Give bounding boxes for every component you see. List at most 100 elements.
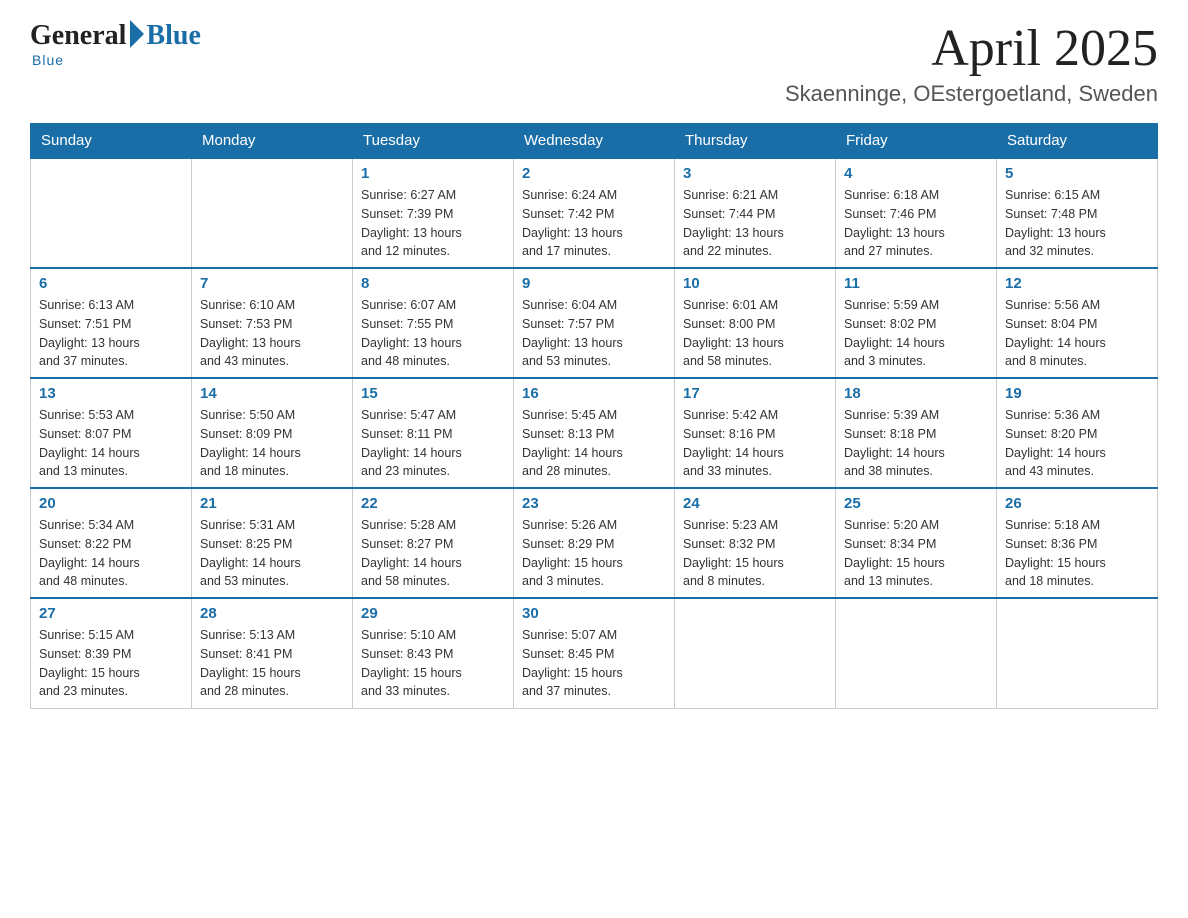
day-info: Sunrise: 6:13 AM Sunset: 7:51 PM Dayligh… [39, 296, 183, 371]
day-number: 6 [39, 275, 183, 292]
calendar-cell: 24 Sunrise: 5:23 AM Sunset: 8:32 PM Dayli… [675, 488, 836, 598]
day-number: 8 [361, 275, 505, 292]
day-number: 22 [361, 495, 505, 512]
calendar-cell: 11 Sunrise: 5:59 AM Sunset: 8:02 PM Dayli… [836, 268, 997, 378]
day-number: 15 [361, 385, 505, 402]
calendar-cell [836, 598, 997, 708]
day-info: Sunrise: 5:50 AM Sunset: 8:09 PM Dayligh… [200, 406, 344, 481]
title-block: April 2025 Skaenninge, OEstergoetland, S… [785, 20, 1158, 107]
day-number: 2 [522, 165, 666, 182]
day-info: Sunrise: 5:39 AM Sunset: 8:18 PM Dayligh… [844, 406, 988, 481]
day-number: 26 [1005, 495, 1149, 512]
day-info: Sunrise: 6:18 AM Sunset: 7:46 PM Dayligh… [844, 186, 988, 261]
calendar-cell: 6 Sunrise: 6:13 AM Sunset: 7:51 PM Daylig… [31, 268, 192, 378]
week-row-3: 13 Sunrise: 5:53 AM Sunset: 8:07 PM Dayli… [31, 378, 1158, 488]
day-number: 21 [200, 495, 344, 512]
calendar-cell: 8 Sunrise: 6:07 AM Sunset: 7:55 PM Daylig… [353, 268, 514, 378]
day-number: 7 [200, 275, 344, 292]
day-number: 23 [522, 495, 666, 512]
calendar-cell: 12Sunrise: 5:56 AM Sunset: 8:04 PM Dayli… [997, 268, 1158, 378]
day-info: Sunrise: 6:04 AM Sunset: 7:57 PM Dayligh… [522, 296, 666, 371]
day-number: 3 [683, 165, 827, 182]
day-number: 18 [844, 385, 988, 402]
day-info: Sunrise: 5:47 AM Sunset: 8:11 PM Dayligh… [361, 406, 505, 481]
day-number: 14 [200, 385, 344, 402]
day-number: 29 [361, 605, 505, 622]
calendar-cell [31, 158, 192, 268]
weekday-header-friday: Friday [836, 124, 997, 159]
logo-general-text: General [30, 20, 126, 52]
calendar-cell: 27 Sunrise: 5:15 AM Sunset: 8:39 PM Dayli… [31, 598, 192, 708]
day-number: 12 [1005, 275, 1149, 292]
weekday-header-thursday: Thursday [675, 124, 836, 159]
calendar-cell: 15 Sunrise: 5:47 AM Sunset: 8:11 PM Dayli… [353, 378, 514, 488]
logo: General Blue Blue [30, 20, 201, 68]
day-info: Sunrise: 5:15 AM Sunset: 8:39 PM Dayligh… [39, 626, 183, 701]
weekday-header-row: SundayMondayTuesdayWednesdayThursdayFrid… [31, 124, 1158, 159]
day-info: Sunrise: 5:20 AM Sunset: 8:34 PM Dayligh… [844, 516, 988, 591]
day-info: Sunrise: 6:24 AM Sunset: 7:42 PM Dayligh… [522, 186, 666, 261]
calendar-cell: 25Sunrise: 5:20 AM Sunset: 8:34 PM Dayli… [836, 488, 997, 598]
weekday-header-sunday: Sunday [31, 124, 192, 159]
day-number: 13 [39, 385, 183, 402]
calendar-cell [192, 158, 353, 268]
logo-arrow-icon [130, 20, 144, 48]
day-info: Sunrise: 6:10 AM Sunset: 7:53 PM Dayligh… [200, 296, 344, 371]
calendar-cell: 16 Sunrise: 5:45 AM Sunset: 8:13 PM Dayli… [514, 378, 675, 488]
day-number: 9 [522, 275, 666, 292]
calendar-cell: 9 Sunrise: 6:04 AM Sunset: 7:57 PM Daylig… [514, 268, 675, 378]
day-info: Sunrise: 5:10 AM Sunset: 8:43 PM Dayligh… [361, 626, 505, 701]
day-number: 1 [361, 165, 505, 182]
day-info: Sunrise: 5:36 AM Sunset: 8:20 PM Dayligh… [1005, 406, 1149, 481]
calendar-cell: 19 Sunrise: 5:36 AM Sunset: 8:20 PM Dayli… [997, 378, 1158, 488]
day-number: 24 [683, 495, 827, 512]
day-info: Sunrise: 5:34 AM Sunset: 8:22 PM Dayligh… [39, 516, 183, 591]
day-number: 19 [1005, 385, 1149, 402]
calendar-cell: 3 Sunrise: 6:21 AM Sunset: 7:44 PM Daylig… [675, 158, 836, 268]
day-number: 5 [1005, 165, 1149, 182]
calendar-cell: 5 Sunrise: 6:15 AM Sunset: 7:48 PM Daylig… [997, 158, 1158, 268]
day-number: 27 [39, 605, 183, 622]
weekday-header-saturday: Saturday [997, 124, 1158, 159]
calendar-cell: 20 Sunrise: 5:34 AM Sunset: 8:22 PM Dayli… [31, 488, 192, 598]
day-info: Sunrise: 5:13 AM Sunset: 8:41 PM Dayligh… [200, 626, 344, 701]
day-info: Sunrise: 5:42 AM Sunset: 8:16 PM Dayligh… [683, 406, 827, 481]
day-number: 4 [844, 165, 988, 182]
day-info: Sunrise: 5:59 AM Sunset: 8:02 PM Dayligh… [844, 296, 988, 371]
calendar-cell: 4 Sunrise: 6:18 AM Sunset: 7:46 PM Daylig… [836, 158, 997, 268]
day-info: Sunrise: 6:15 AM Sunset: 7:48 PM Dayligh… [1005, 186, 1149, 261]
calendar-cell: 29 Sunrise: 5:10 AM Sunset: 8:43 PM Dayli… [353, 598, 514, 708]
day-info: Sunrise: 5:45 AM Sunset: 8:13 PM Dayligh… [522, 406, 666, 481]
weekday-header-tuesday: Tuesday [353, 124, 514, 159]
week-row-2: 6 Sunrise: 6:13 AM Sunset: 7:51 PM Daylig… [31, 268, 1158, 378]
day-info: Sunrise: 5:31 AM Sunset: 8:25 PM Dayligh… [200, 516, 344, 591]
day-info: Sunrise: 5:18 AM Sunset: 8:36 PM Dayligh… [1005, 516, 1149, 591]
weekday-header-monday: Monday [192, 124, 353, 159]
calendar-cell: 14 Sunrise: 5:50 AM Sunset: 8:09 PM Dayli… [192, 378, 353, 488]
calendar-cell [675, 598, 836, 708]
calendar-cell: 17Sunrise: 5:42 AM Sunset: 8:16 PM Dayli… [675, 378, 836, 488]
calendar-cell: 28Sunrise: 5:13 AM Sunset: 8:41 PM Dayli… [192, 598, 353, 708]
calendar-cell: 2 Sunrise: 6:24 AM Sunset: 7:42 PM Daylig… [514, 158, 675, 268]
day-info: Sunrise: 5:53 AM Sunset: 8:07 PM Dayligh… [39, 406, 183, 481]
logo-subtitle: Blue [32, 52, 64, 68]
calendar-cell: 30Sunrise: 5:07 AM Sunset: 8:45 PM Dayli… [514, 598, 675, 708]
day-info: Sunrise: 5:23 AM Sunset: 8:32 PM Dayligh… [683, 516, 827, 591]
month-title: April 2025 [785, 20, 1158, 77]
calendar-cell: 23Sunrise: 5:26 AM Sunset: 8:29 PM Dayli… [514, 488, 675, 598]
day-number: 20 [39, 495, 183, 512]
calendar-cell: 21 Sunrise: 5:31 AM Sunset: 8:25 PM Dayli… [192, 488, 353, 598]
calendar-cell: 7 Sunrise: 6:10 AM Sunset: 7:53 PM Daylig… [192, 268, 353, 378]
day-number: 16 [522, 385, 666, 402]
day-number: 30 [522, 605, 666, 622]
week-row-5: 27 Sunrise: 5:15 AM Sunset: 8:39 PM Dayli… [31, 598, 1158, 708]
weekday-header-wednesday: Wednesday [514, 124, 675, 159]
calendar-cell: 13 Sunrise: 5:53 AM Sunset: 8:07 PM Dayli… [31, 378, 192, 488]
calendar-cell: 26 Sunrise: 5:18 AM Sunset: 8:36 PM Dayli… [997, 488, 1158, 598]
day-number: 11 [844, 275, 988, 292]
day-info: Sunrise: 6:21 AM Sunset: 7:44 PM Dayligh… [683, 186, 827, 261]
day-info: Sunrise: 6:01 AM Sunset: 8:00 PM Dayligh… [683, 296, 827, 371]
day-info: Sunrise: 6:07 AM Sunset: 7:55 PM Dayligh… [361, 296, 505, 371]
day-number: 10 [683, 275, 827, 292]
calendar-cell: 22Sunrise: 5:28 AM Sunset: 8:27 PM Dayli… [353, 488, 514, 598]
